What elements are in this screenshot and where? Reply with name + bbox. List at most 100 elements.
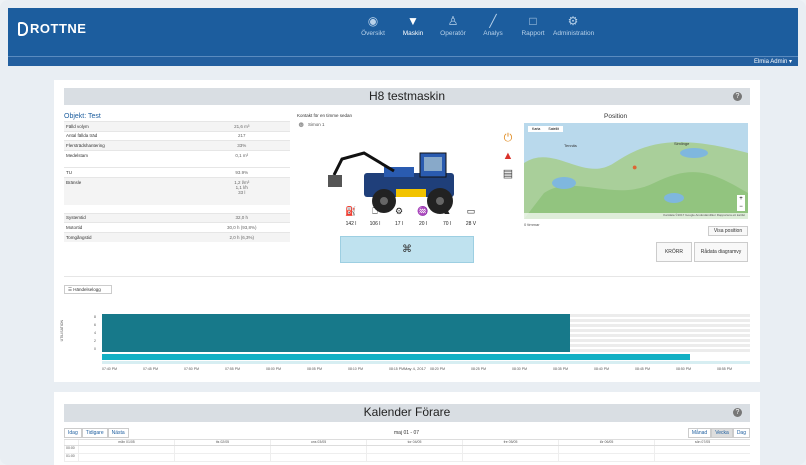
adblue-icon: ♒	[417, 206, 429, 216]
calendar-view-button[interactable]: Dag	[732, 428, 750, 438]
x-tick-label: 08:55 PM	[717, 367, 732, 371]
calendar-time-row: 01:00	[64, 454, 750, 462]
help-icon[interactable]: ?	[733, 92, 742, 101]
property-value: 30,0 h (93,8%)	[191, 222, 290, 232]
calendar-view-button[interactable]: Vecka	[711, 428, 733, 438]
map-tab-karta[interactable]: Karta	[528, 126, 544, 132]
location-pin-icon[interactable]: ●	[632, 163, 639, 172]
table-row: Motortid 30,0 h (93,8%)	[64, 222, 290, 232]
machine-card: H8 testmaskin ? Objekt: Test Fälld volym…	[54, 80, 760, 382]
engine-button[interactable]: ⌘	[340, 236, 474, 263]
machine-card-header: H8 testmaskin ?	[64, 88, 750, 105]
calendar-view-button[interactable]: Månad	[687, 428, 712, 438]
calendar-slot[interactable]	[654, 454, 750, 461]
property-label: Flersträdshantering	[64, 140, 192, 150]
x-tick-label: 08:10 PM	[348, 367, 363, 371]
sensor-gear-oil: ⚙ 17 l	[387, 205, 411, 227]
show-position-button[interactable]: Visa position	[708, 226, 748, 236]
nav-item-gear[interactable]: ⚙ Administration	[553, 12, 595, 37]
sensor-def: ▲ 70 l	[435, 205, 459, 227]
calendar-slot[interactable]	[270, 454, 366, 461]
calendar-slot[interactable]	[174, 446, 270, 453]
calendar-day-header[interactable]: sön 07/05	[654, 440, 750, 445]
x-tick-label: 07:40 PM	[102, 367, 117, 371]
map-tab-satellit[interactable]: Satellit	[544, 126, 563, 132]
calendar-day-header[interactable]: tor 04/05	[366, 440, 462, 445]
sensor-value: 142 l	[345, 221, 357, 227]
property-value: 2,0 h (6,3%)	[191, 231, 290, 242]
rottne-logo[interactable]: ROTTNE	[18, 21, 86, 36]
sensor-fuel: ⛽ 142 l	[339, 205, 363, 227]
calendar-nav-button[interactable]: Idag	[64, 428, 82, 438]
calendar-nav-button[interactable]: Tidigare	[81, 428, 108, 438]
property-value: 0,1 m³	[191, 149, 290, 160]
calendar-slot[interactable]	[366, 454, 462, 461]
logo-text: ROTTNE	[30, 21, 87, 36]
nav-label: Operatör	[440, 30, 466, 37]
nav-item-user[interactable]: ♙ Operatör	[433, 12, 473, 37]
property-label: TU	[64, 167, 192, 177]
warning-icon[interactable]: ▲	[500, 150, 516, 163]
status-button[interactable]: KRÖRR	[656, 242, 692, 262]
calendar-day-header[interactable]: tis 02/05	[174, 440, 270, 445]
property-label: Fälld volym	[64, 121, 192, 131]
object-label: Objekt: Test	[64, 113, 101, 120]
map-zoom-control[interactable]: + −	[737, 195, 745, 211]
user-menu[interactable]: Elmia Admin ▾	[754, 58, 792, 65]
warning-marker-icon: ▲	[193, 310, 199, 312]
calendar-time-row: 00:00	[64, 446, 750, 454]
calendar-title: Kalender Förare	[363, 405, 451, 419]
calendar-slot[interactable]	[654, 446, 750, 453]
calendar-slot[interactable]	[174, 454, 270, 461]
x-tick-label: 08:35 PM	[553, 367, 568, 371]
nav-item-pin[interactable]: ▼ Maskin	[393, 12, 433, 37]
time-column-header	[64, 440, 78, 445]
warning-marker-icon: ▲	[171, 310, 177, 312]
power-icon[interactable]: ⏻	[500, 132, 516, 145]
raw-data-diagram-button[interactable]: Rådata diagramvy	[694, 242, 748, 262]
calendar-day-header[interactable]: ons 03/05	[270, 440, 366, 445]
property-label: Medelstam	[64, 149, 192, 160]
sensor-value: 20 l	[418, 221, 428, 227]
calendar-slot[interactable]	[78, 454, 174, 461]
time-slider-label[interactable]: 0 timmar	[524, 222, 540, 227]
contact-name: Simon 1	[308, 122, 325, 127]
calendar-day-header[interactable]: lör 06/05	[558, 440, 654, 445]
calendar-slot[interactable]	[462, 454, 558, 461]
position-map[interactable]: Karta Satellit Tennäs Simlinge ● + − Kart…	[524, 123, 748, 219]
def-icon: ▲	[442, 206, 452, 216]
calendar-slot[interactable]	[366, 446, 462, 453]
event-log-button[interactable]: ☰ Händelselogg	[64, 285, 112, 294]
help-icon[interactable]: ?	[733, 408, 742, 417]
person-icon: ☻	[297, 120, 306, 129]
eye-icon: ◉	[367, 14, 379, 28]
property-label: Tomgångstid	[64, 231, 192, 242]
table-row: Flersträdshantering 33%	[64, 140, 290, 150]
calendar-day-header[interactable]: fre 05/05	[462, 440, 558, 445]
y-tick-label: 2	[94, 339, 96, 343]
message-icon[interactable]: ▤	[500, 168, 516, 181]
divider	[64, 276, 750, 277]
calendar-slot[interactable]	[462, 446, 558, 453]
nav-item-chart[interactable]: ╱ Analys	[473, 12, 513, 37]
table-row: TU 93.9%	[64, 167, 290, 177]
machine-title: H8 testmaskin	[368, 89, 446, 103]
calendar-day-header[interactable]: mån 01/05	[78, 440, 174, 445]
nav-label: Analys	[483, 30, 503, 37]
property-value: 217	[191, 130, 290, 141]
nav-label: Översikt	[361, 30, 385, 37]
properties-table: Fälld volym 21,6 m³ Antal fällda träd 217 Fl…	[64, 121, 290, 242]
nav-label: Administration	[553, 30, 595, 37]
sensor-value: 106 l	[369, 221, 381, 227]
table-row: Systemtid 32,0 h	[64, 212, 290, 223]
calendar-slot[interactable]	[558, 454, 654, 461]
map-type-tabs: Karta Satellit	[528, 126, 563, 132]
activity-bar	[102, 354, 690, 360]
calendar-nav-button[interactable]: Nästa	[107, 428, 129, 438]
nav-item-eye[interactable]: ◉ Översikt	[353, 12, 393, 37]
nav-item-document[interactable]: □ Rapport	[513, 12, 553, 37]
calendar-slot[interactable]	[270, 446, 366, 453]
calendar-slot[interactable]	[558, 446, 654, 453]
sensor-readouts: ⛽ 142 l ⎕ 106 l ⚙ 17 l ♒ 20 l ▲ 70 l ▭ 28 V	[339, 205, 483, 227]
calendar-slot[interactable]	[78, 446, 174, 453]
